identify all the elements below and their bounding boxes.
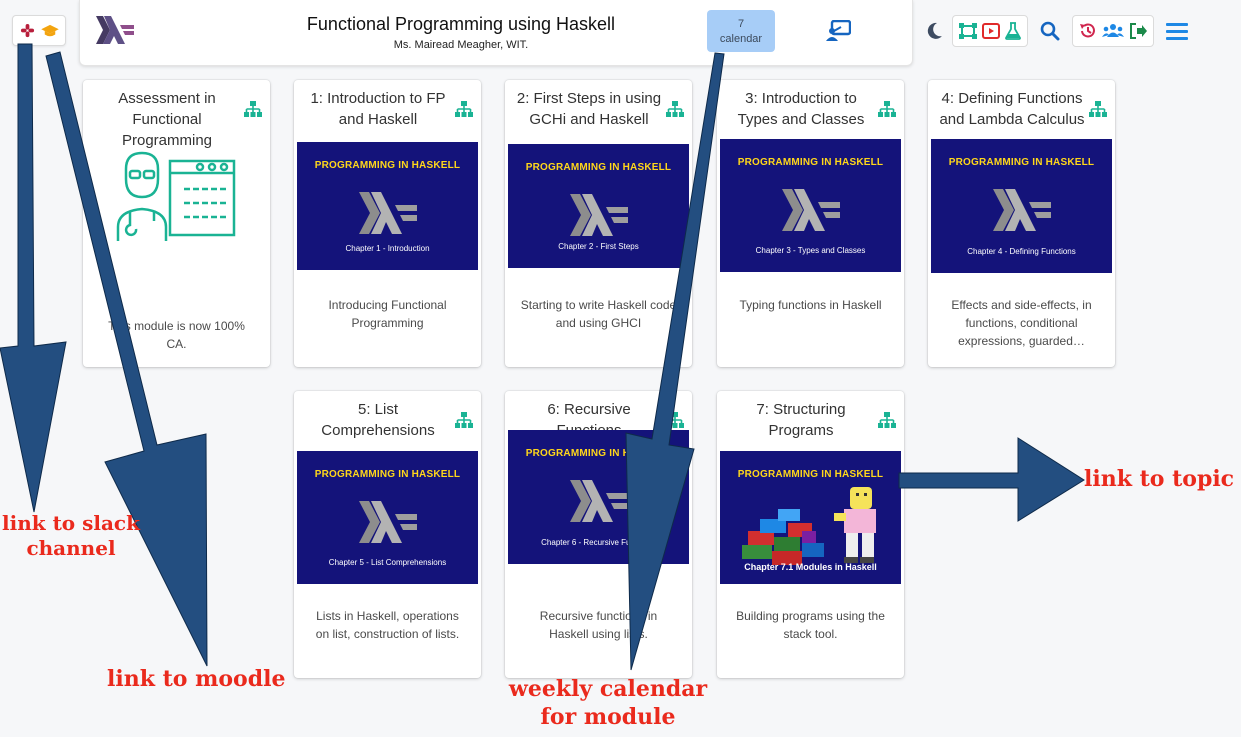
slide-caption: Chapter 6 - Recursive Functions bbox=[541, 538, 656, 547]
slack-arrow bbox=[0, 43, 67, 513]
topic-card[interactable]: 1: Introduction to FP and Haskell PROGRAM… bbox=[294, 80, 481, 367]
card-description: Recursive functions in Haskell using lis… bbox=[539, 609, 658, 641]
course-header: Functional Programming using Haskell Ms.… bbox=[79, 0, 913, 66]
topic-card[interactable]: 7: Structuring Programs PROGRAMMING IN HA… bbox=[717, 391, 904, 678]
annotation-moodle: link to moodle bbox=[107, 666, 286, 692]
topic-tree-icon bbox=[878, 412, 896, 433]
annotation-topic: link to topic bbox=[1084, 466, 1235, 492]
haskell-logo-icon bbox=[359, 192, 417, 239]
slide-heading: PROGRAMMING IN HASKELL bbox=[314, 160, 461, 171]
topic-tree-icon bbox=[878, 101, 896, 122]
calendar-button[interactable]: 7 calendar bbox=[707, 10, 775, 52]
video-icon[interactable] bbox=[982, 23, 1000, 39]
card-title: 4: Defining Functions and Lambda Calculu… bbox=[939, 90, 1085, 128]
search-icon[interactable] bbox=[1040, 21, 1060, 41]
card-title: 5: List Comprehensions bbox=[321, 401, 435, 439]
haskell-logo-icon bbox=[359, 501, 417, 548]
tutors-icon[interactable] bbox=[959, 23, 977, 39]
card-title: 2: First Steps in using GCHi and Haskell bbox=[516, 90, 662, 128]
logout-icon[interactable] bbox=[1129, 23, 1147, 39]
topic-card[interactable]: 2: First Steps in using GCHi and Haskell… bbox=[505, 80, 692, 367]
topic-tree-icon bbox=[455, 412, 473, 433]
topic-card[interactable]: 4: Defining Functions and Lambda Calculu… bbox=[928, 80, 1115, 367]
topic-card[interactable]: 5: List Comprehensions PROGRAMMING IN HAS… bbox=[294, 391, 481, 678]
session-links bbox=[1072, 15, 1154, 47]
assessment-illustration bbox=[86, 142, 267, 272]
slide-heading: PROGRAMMING IN HASKELL bbox=[525, 162, 672, 173]
card-description: Effects and side-effects, in functions, … bbox=[951, 298, 1092, 348]
card-title: 7: Structuring Programs bbox=[756, 401, 846, 439]
haskell-logo-icon bbox=[570, 480, 628, 527]
toolbar bbox=[924, 15, 1188, 47]
topic-tree-icon bbox=[455, 101, 473, 122]
card-description: This module is now 100% CA. bbox=[108, 319, 245, 351]
slide-caption: Chapter 3 - Types and Classes bbox=[755, 246, 866, 255]
card-title: 1: Introduction to FP and Haskell bbox=[310, 90, 446, 128]
resource-links bbox=[952, 15, 1028, 47]
chapter-slide-image: PROGRAMMING IN HASKELL Chapter 4 - Defini… bbox=[931, 139, 1112, 273]
slide-heading: PROGRAMMING IN HASKELL bbox=[737, 157, 884, 168]
card-description: Introducing Functional Programming bbox=[328, 298, 447, 330]
slide-heading: PROGRAMMING IN HASKELL bbox=[314, 469, 461, 480]
chapter-slide-image: PROGRAMMING IN HASKELL Chapter 3 - Types … bbox=[720, 139, 901, 272]
annotation-slack: link to slack channel bbox=[2, 511, 140, 560]
online-users-icon[interactable] bbox=[1102, 23, 1124, 39]
chapter-slide-image: PROGRAMMING IN HASKELL Chapter 5 - List C… bbox=[297, 451, 478, 584]
card-title: 3: Introduction to Types and Classes bbox=[737, 90, 865, 128]
haskell-logo-icon bbox=[570, 194, 628, 241]
slide-caption: Chapter 5 - List Comprehensions bbox=[328, 558, 447, 567]
haskell-logo-icon bbox=[782, 189, 840, 236]
slide-caption: Chapter 7.1 Modules in Haskell bbox=[744, 562, 877, 572]
haskell-logo-icon bbox=[993, 189, 1051, 236]
annotation-calendar: weekly calendar for module bbox=[508, 676, 708, 730]
chapter-slide-image: PROGRAMMING IN HASKELL Chapter 6 - Recurs… bbox=[508, 430, 689, 564]
topic-card[interactable]: 6: Recursive FunctionsPROGRAMMING IN HAS… bbox=[505, 391, 692, 678]
presentation-icon[interactable] bbox=[825, 19, 852, 47]
slide-heading: PROGRAMMING IN HASKELL bbox=[948, 157, 1095, 168]
slide-heading: PROGRAMMING IN HASKELL bbox=[525, 448, 672, 459]
history-icon[interactable] bbox=[1079, 22, 1097, 40]
topic-tree-icon bbox=[666, 101, 684, 122]
topic-tree-icon bbox=[1089, 101, 1107, 122]
teacher-icon bbox=[114, 147, 238, 248]
chapter-slide-image: PROGRAMMING IN HASKELL Chapter 7.1 Module… bbox=[720, 451, 901, 584]
calendar-week: 7 bbox=[737, 18, 745, 30]
card-description: Lists in Haskell, operations on list, co… bbox=[315, 609, 460, 641]
topic-card[interactable]: 3: Introduction to Types and Classes PROG… bbox=[717, 80, 904, 367]
calendar-label: calendar bbox=[719, 33, 763, 45]
topic-arrow bbox=[898, 437, 1085, 522]
slide-caption: Chapter 1 - Introduction bbox=[345, 244, 430, 253]
topic-card[interactable]: Assessment in Functional Programming This… bbox=[83, 80, 270, 367]
dark-mode-icon[interactable] bbox=[924, 21, 944, 41]
card-description: Building programs using the stack tool. bbox=[736, 609, 885, 641]
slide-caption: Chapter 2 - First Steps bbox=[558, 242, 639, 251]
slide-caption: Chapter 4 - Defining Functions bbox=[967, 247, 1076, 256]
slack-icon[interactable] bbox=[20, 23, 35, 38]
card-description: Starting to write Haskell code and using… bbox=[520, 298, 677, 330]
external-links bbox=[12, 15, 66, 46]
menu-icon[interactable] bbox=[1166, 22, 1188, 40]
lab-icon[interactable] bbox=[1005, 22, 1021, 40]
topic-tree-icon bbox=[244, 101, 262, 122]
moodle-icon[interactable] bbox=[40, 24, 59, 38]
chapter-slide-image: PROGRAMMING IN HASKELL Chapter 2 - First … bbox=[508, 144, 689, 268]
chapter-slide-image: PROGRAMMING IN HASKELL Chapter 1 - Introd… bbox=[297, 142, 478, 270]
card-description: Typing functions in Haskell bbox=[739, 298, 882, 312]
